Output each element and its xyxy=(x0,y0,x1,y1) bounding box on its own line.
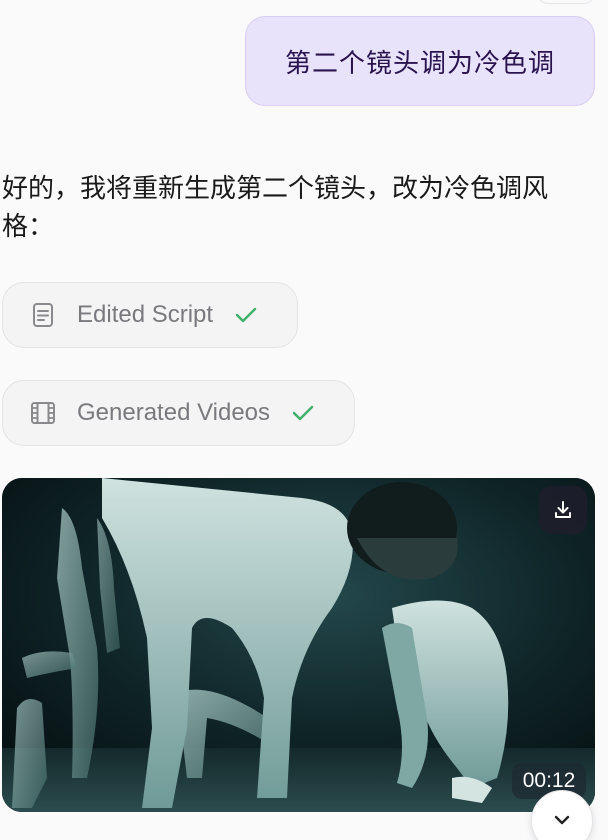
document-icon xyxy=(29,301,57,329)
edited-script-label: Edited Script xyxy=(77,301,214,328)
user-message-bubble: 第二个镜头调为冷色调 xyxy=(245,16,595,106)
check-icon xyxy=(233,302,259,328)
video-frame xyxy=(2,478,595,812)
edited-script-chip[interactable]: Edited Script xyxy=(2,282,298,348)
chevron-down-icon xyxy=(551,809,573,831)
check-icon xyxy=(290,400,316,426)
assistant-message-text: 好的，我将重新生成第二个镜头，改为冷色调风格： xyxy=(2,174,549,242)
film-icon xyxy=(29,399,57,427)
generated-videos-label: Generated Videos xyxy=(77,399,271,426)
previous-message-fragment xyxy=(535,0,597,4)
chat-page: 第二个镜头调为冷色调 好的，我将重新生成第二个镜头，改为冷色调风格： Edite… xyxy=(0,0,608,840)
download-button[interactable] xyxy=(539,486,587,534)
download-icon xyxy=(552,499,574,521)
user-message-text: 第二个镜头调为冷色调 xyxy=(284,48,555,79)
video-player[interactable] xyxy=(2,478,595,812)
generated-videos-chip[interactable]: Generated Videos xyxy=(2,380,355,446)
